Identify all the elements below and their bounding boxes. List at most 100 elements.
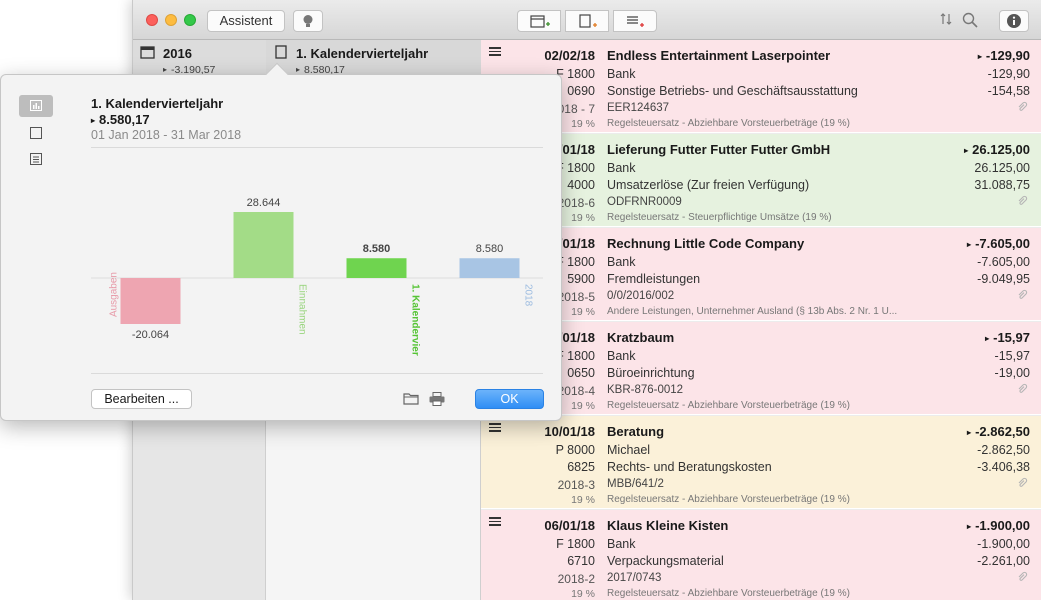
search-icon[interactable] xyxy=(962,12,978,31)
tx-bank-amount: -1.900,00 xyxy=(977,537,1030,551)
tx-title: Lieferung Futter Futter Futter GmbH xyxy=(607,142,831,157)
toolbar: Assistent xyxy=(133,0,1041,40)
attachment-icon[interactable] xyxy=(1017,101,1028,115)
tx-account: F 1800 xyxy=(556,537,595,551)
tx-title: Rechnung Little Code Company xyxy=(607,236,805,251)
tx-title: Beratung xyxy=(607,424,665,439)
tx-account: P 8000 xyxy=(555,443,595,457)
tx-category: Verpackungsmaterial xyxy=(607,554,724,568)
add-period-button[interactable] xyxy=(517,10,561,32)
tx-account-number: 0650 xyxy=(567,366,595,380)
attachment-icon[interactable] xyxy=(1017,195,1028,209)
tx-amount: -15,97 xyxy=(993,330,1030,345)
print-icon[interactable] xyxy=(429,392,445,406)
tips-button[interactable] xyxy=(293,10,323,32)
divider xyxy=(91,373,543,374)
tx-date: 02/02/18 xyxy=(544,48,595,63)
chart-bar-3 xyxy=(459,258,520,278)
assistant-button[interactable]: Assistent xyxy=(207,10,285,32)
close-window-button[interactable] xyxy=(146,14,158,26)
tx-reference: MBB/641/2 xyxy=(607,478,664,490)
tx-period: 2018-2 xyxy=(557,572,595,586)
tx-tax-rate: 19 % xyxy=(571,588,595,600)
popover-amount: 8.580,17 xyxy=(99,112,150,127)
tx-date: 10/01/18 xyxy=(544,424,595,439)
tx-bank-amount: -7.605,00 xyxy=(977,255,1030,269)
tx-gross-amount: -3.406,38 xyxy=(977,460,1030,474)
tx-amount: -2.862,50 xyxy=(975,424,1030,439)
tx-title: Kratzbaum xyxy=(607,330,675,345)
transaction-list: 02/02/18 F 1800 0690 2018 - 7 19 % Endless En… xyxy=(481,40,1041,600)
tx-category: Umsatzerlöse (Zur freien Verfügung) xyxy=(607,178,810,192)
tx-title: Endless Entertainment Laserpointer xyxy=(607,48,831,63)
chart-bar-0 xyxy=(120,278,181,324)
tx-gross-amount: -154,58 xyxy=(987,84,1030,98)
tx-reference: KBR-876-0012 xyxy=(607,384,684,396)
tx-gross-amount: -19,00 xyxy=(994,366,1030,380)
tx-bank-amount: -2.862,50 xyxy=(977,443,1030,457)
tx-gross-amount: 31.088,75 xyxy=(974,178,1030,192)
tx-reference: 2017/0743 xyxy=(607,572,662,584)
tx-tax-note: Regelsteuersatz - Abziehbare Vorsteuerbe… xyxy=(607,118,850,129)
calendar-add-icon xyxy=(530,15,550,28)
chart-category-label-3: 2018 xyxy=(523,284,534,307)
attachment-icon[interactable] xyxy=(1017,571,1028,585)
tx-account-number: 5900 xyxy=(567,272,595,286)
transaction-row[interactable]: 01/01/18 F 1800 5900 2018-5 19 % Rechnung Lit… xyxy=(481,228,1041,321)
zoom-window-button[interactable] xyxy=(184,14,196,26)
entry-list-icon xyxy=(489,47,501,58)
edit-button[interactable]: Bearbeiten ... xyxy=(91,389,192,409)
info-icon xyxy=(1007,14,1021,28)
transaction-row[interactable]: 02/02/18 F 1800 0690 2018 - 7 19 % Endless En… xyxy=(481,40,1041,133)
entry-list-icon xyxy=(489,423,501,434)
chart-category-label-1: Einnahmen xyxy=(297,284,308,335)
tx-amount: -1.900,00 xyxy=(975,518,1030,533)
transaction-row[interactable]: 01/01/18 F 1800 0650 2018-4 19 % Kratzbaum Ban… xyxy=(481,322,1041,415)
chart-view-button[interactable] xyxy=(19,95,53,117)
divider xyxy=(91,147,543,148)
tx-bank-amount: -129,90 xyxy=(987,67,1030,81)
tx-date: 06/01/18 xyxy=(544,518,595,533)
popover-date-range: 01 Jan 2018 - 31 Mar 2018 xyxy=(91,128,242,142)
chart-value-label-0: -20.064 xyxy=(132,329,169,341)
chart-value-label-1: 28.644 xyxy=(247,197,281,209)
info-button[interactable] xyxy=(999,10,1029,32)
period-title: 1. Kalendervierteljahr xyxy=(296,46,429,61)
folder-icon[interactable] xyxy=(403,392,419,405)
attachment-icon[interactable] xyxy=(1017,477,1028,491)
tx-account-number: 0690 xyxy=(567,84,595,98)
transaction-row[interactable]: 10/01/18 P 8000 6825 2018-3 19 % Beratung Mich… xyxy=(481,416,1041,509)
attachment-icon[interactable] xyxy=(1017,383,1028,397)
transaction-row[interactable]: 06/01/18 F 1800 6710 2018-2 19 % Klaus Kleine… xyxy=(481,510,1041,600)
year-title: 2016 xyxy=(163,46,192,61)
tx-tax-rate: 19 % xyxy=(571,494,595,506)
tx-amount: -7.605,00 xyxy=(975,236,1030,251)
sort-icon[interactable] xyxy=(939,12,953,29)
tx-reference: EER124637 xyxy=(607,102,670,114)
tx-tax-rate: 19 % xyxy=(571,118,595,130)
chart-bar-2 xyxy=(346,258,407,278)
tx-counter-account: Bank xyxy=(607,161,636,175)
chart-bar-1 xyxy=(233,212,294,278)
tx-counter-account: Bank xyxy=(607,67,636,81)
document-view-button[interactable] xyxy=(19,122,53,144)
chart-icon xyxy=(30,100,42,111)
tx-counter-account: Michael xyxy=(607,443,651,457)
attachment-icon[interactable] xyxy=(1017,289,1028,303)
period-popover: 1. Kalendervierteljahr ▸ 8.580,17 01 Jan … xyxy=(0,62,562,421)
chart-value-label-2: 8.580 xyxy=(363,243,391,255)
tx-tax-rate: 19 % xyxy=(571,212,595,224)
tx-category: Rechts- und Beratungskosten xyxy=(607,460,772,474)
ok-button[interactable]: OK xyxy=(475,389,544,409)
tx-title: Klaus Kleine Kisten xyxy=(607,518,729,533)
transaction-row[interactable]: 01/01/18 F 1800 4000 2018-6 19 % Lieferung Fu… xyxy=(481,134,1041,227)
tx-category: Büroeinrichtung xyxy=(607,366,695,380)
list-view-button[interactable] xyxy=(19,148,53,170)
add-entry-button[interactable] xyxy=(613,10,657,32)
tx-period: 2018-4 xyxy=(557,384,595,398)
minimize-window-button[interactable] xyxy=(165,14,177,26)
tx-period: 2018-5 xyxy=(557,290,595,304)
tx-tax-note: Andere Leistungen, Unternehmer Ausland (… xyxy=(607,306,898,317)
add-document-button[interactable] xyxy=(565,10,609,32)
popover-title: 1. Kalendervierteljahr xyxy=(91,96,224,111)
